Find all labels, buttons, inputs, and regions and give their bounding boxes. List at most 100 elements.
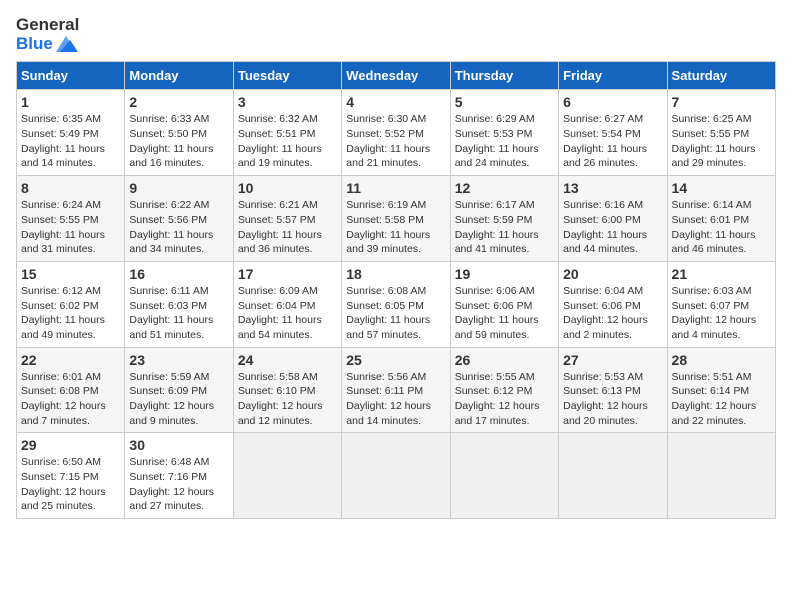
calendar-cell-w2c6: 21Sunrise: 6:03 AM Sunset: 6:07 PM Dayli… <box>667 261 775 347</box>
calendar-cell-w1c4: 12 Sunrise: 6:17 AM Sunset: 5:59 PM Dayli… <box>450 176 558 262</box>
day-info: Sunrise: 5:58 AM Sunset: 6:10 PM Dayligh… <box>238 370 337 429</box>
calendar-cell-w0c1: 2 Sunrise: 6:33 AM Sunset: 5:50 PM Daylig… <box>125 90 233 176</box>
day-info: Sunrise: 6:30 AM Sunset: 5:52 PM Dayligh… <box>346 112 445 171</box>
day-number: 21 <box>672 266 771 282</box>
calendar-week-0: 1 Sunrise: 6:35 AM Sunset: 5:49 PM Daylig… <box>17 90 776 176</box>
day-number: 5 <box>455 94 554 110</box>
calendar-cell-w3c6: 28 Sunrise: 5:51 AM Sunset: 6:14 PM Dayli… <box>667 347 775 433</box>
calendar-week-4: 29Sunrise: 6:50 AM Sunset: 7:15 PM Dayli… <box>17 433 776 519</box>
calendar-week-3: 22 Sunrise: 6:01 AM Sunset: 6:08 PM Dayli… <box>17 347 776 433</box>
day-number: 6 <box>563 94 662 110</box>
day-number: 14 <box>672 180 771 196</box>
day-info: Sunrise: 6:16 AM Sunset: 6:00 PM Dayligh… <box>563 198 662 257</box>
day-info: Sunrise: 5:59 AM Sunset: 6:09 PM Dayligh… <box>129 370 228 429</box>
day-number: 20 <box>563 266 662 282</box>
day-number: 28 <box>672 352 771 368</box>
calendar-week-2: 15 Sunrise: 6:12 AM Sunset: 6:02 PM Dayli… <box>17 261 776 347</box>
day-number: 27 <box>563 352 662 368</box>
calendar-cell-w0c0: 1 Sunrise: 6:35 AM Sunset: 5:49 PM Daylig… <box>17 90 125 176</box>
calendar-cell-w4c0: 29Sunrise: 6:50 AM Sunset: 7:15 PM Dayli… <box>17 433 125 519</box>
day-number: 19 <box>455 266 554 282</box>
calendar-cell-w0c6: 7 Sunrise: 6:25 AM Sunset: 5:55 PM Daylig… <box>667 90 775 176</box>
day-number: 29 <box>21 437 120 453</box>
day-number: 11 <box>346 180 445 196</box>
day-number: 2 <box>129 94 228 110</box>
calendar-cell-w3c5: 27 Sunrise: 5:53 AM Sunset: 6:13 PM Dayli… <box>559 347 667 433</box>
day-number: 15 <box>21 266 120 282</box>
calendar-cell-w1c2: 10Sunrise: 6:21 AM Sunset: 5:57 PM Dayli… <box>233 176 341 262</box>
calendar-cell-w3c1: 23 Sunrise: 5:59 AM Sunset: 6:09 PM Dayli… <box>125 347 233 433</box>
day-number: 30 <box>129 437 228 453</box>
day-info: Sunrise: 5:51 AM Sunset: 6:14 PM Dayligh… <box>672 370 771 429</box>
calendar-cell-w4c5 <box>559 433 667 519</box>
day-info: Sunrise: 6:08 AM Sunset: 6:05 PM Dayligh… <box>346 284 445 343</box>
day-info: Sunrise: 6:09 AM Sunset: 6:04 PM Dayligh… <box>238 284 337 343</box>
day-info: Sunrise: 6:27 AM Sunset: 5:54 PM Dayligh… <box>563 112 662 171</box>
calendar-cell-w4c1: 30 Sunrise: 6:48 AM Sunset: 7:16 PM Dayli… <box>125 433 233 519</box>
day-info: Sunrise: 6:25 AM Sunset: 5:55 PM Dayligh… <box>672 112 771 171</box>
day-info: Sunrise: 5:53 AM Sunset: 6:13 PM Dayligh… <box>563 370 662 429</box>
calendar-cell-w4c4 <box>450 433 558 519</box>
calendar-cell-w3c0: 22 Sunrise: 6:01 AM Sunset: 6:08 PM Dayli… <box>17 347 125 433</box>
col-header-tuesday: Tuesday <box>233 62 341 90</box>
logo-arrow-icon <box>56 36 78 52</box>
header: General Blue <box>16 16 776 53</box>
calendar-cell-w1c5: 13 Sunrise: 6:16 AM Sunset: 6:00 PM Dayli… <box>559 176 667 262</box>
day-info: Sunrise: 6:12 AM Sunset: 6:02 PM Dayligh… <box>21 284 120 343</box>
day-number: 17 <box>238 266 337 282</box>
day-info: Sunrise: 6:22 AM Sunset: 5:56 PM Dayligh… <box>129 198 228 257</box>
calendar-cell-w3c2: 24Sunrise: 5:58 AM Sunset: 6:10 PM Dayli… <box>233 347 341 433</box>
day-number: 4 <box>346 94 445 110</box>
day-info: Sunrise: 5:56 AM Sunset: 6:11 PM Dayligh… <box>346 370 445 429</box>
day-number: 18 <box>346 266 445 282</box>
calendar-cell-w1c3: 11Sunrise: 6:19 AM Sunset: 5:58 PM Dayli… <box>342 176 450 262</box>
day-info: Sunrise: 6:14 AM Sunset: 6:01 PM Dayligh… <box>672 198 771 257</box>
day-number: 22 <box>21 352 120 368</box>
calendar-cell-w1c0: 8Sunrise: 6:24 AM Sunset: 5:55 PM Daylig… <box>17 176 125 262</box>
calendar-cell-w1c6: 14 Sunrise: 6:14 AM Sunset: 6:01 PM Dayli… <box>667 176 775 262</box>
calendar-table: SundayMondayTuesdayWednesdayThursdayFrid… <box>16 61 776 519</box>
col-header-saturday: Saturday <box>667 62 775 90</box>
calendar-cell-w4c2 <box>233 433 341 519</box>
calendar-cell-w2c3: 18 Sunrise: 6:08 AM Sunset: 6:05 PM Dayli… <box>342 261 450 347</box>
calendar-cell-w3c3: 25 Sunrise: 5:56 AM Sunset: 6:11 PM Dayli… <box>342 347 450 433</box>
calendar-header-row: SundayMondayTuesdayWednesdayThursdayFrid… <box>17 62 776 90</box>
calendar-cell-w0c4: 5 Sunrise: 6:29 AM Sunset: 5:53 PM Daylig… <box>450 90 558 176</box>
day-info: Sunrise: 6:04 AM Sunset: 6:06 PM Dayligh… <box>563 284 662 343</box>
calendar-cell-w2c4: 19 Sunrise: 6:06 AM Sunset: 6:06 PM Dayli… <box>450 261 558 347</box>
col-header-sunday: Sunday <box>17 62 125 90</box>
day-info: Sunrise: 6:48 AM Sunset: 7:16 PM Dayligh… <box>129 455 228 514</box>
calendar-cell-w2c5: 20 Sunrise: 6:04 AM Sunset: 6:06 PM Dayli… <box>559 261 667 347</box>
day-info: Sunrise: 6:35 AM Sunset: 5:49 PM Dayligh… <box>21 112 120 171</box>
logo-text-block: General Blue <box>16 16 79 53</box>
day-number: 16 <box>129 266 228 282</box>
col-header-friday: Friday <box>559 62 667 90</box>
col-header-wednesday: Wednesday <box>342 62 450 90</box>
day-number: 9 <box>129 180 228 196</box>
day-info: Sunrise: 6:06 AM Sunset: 6:06 PM Dayligh… <box>455 284 554 343</box>
calendar-cell-w0c3: 4 Sunrise: 6:30 AM Sunset: 5:52 PM Daylig… <box>342 90 450 176</box>
day-number: 3 <box>238 94 337 110</box>
day-info: Sunrise: 6:21 AM Sunset: 5:57 PM Dayligh… <box>238 198 337 257</box>
calendar-week-1: 8Sunrise: 6:24 AM Sunset: 5:55 PM Daylig… <box>17 176 776 262</box>
day-info: Sunrise: 6:01 AM Sunset: 6:08 PM Dayligh… <box>21 370 120 429</box>
calendar-cell-w2c2: 17 Sunrise: 6:09 AM Sunset: 6:04 PM Dayli… <box>233 261 341 347</box>
day-number: 1 <box>21 94 120 110</box>
day-number: 23 <box>129 352 228 368</box>
day-number: 8 <box>21 180 120 196</box>
day-number: 13 <box>563 180 662 196</box>
day-info: Sunrise: 6:17 AM Sunset: 5:59 PM Dayligh… <box>455 198 554 257</box>
calendar-body: 1 Sunrise: 6:35 AM Sunset: 5:49 PM Daylig… <box>17 90 776 519</box>
logo-blue: Blue <box>16 35 79 54</box>
day-number: 25 <box>346 352 445 368</box>
day-info: Sunrise: 6:32 AM Sunset: 5:51 PM Dayligh… <box>238 112 337 171</box>
day-info: Sunrise: 6:33 AM Sunset: 5:50 PM Dayligh… <box>129 112 228 171</box>
day-info: Sunrise: 5:55 AM Sunset: 6:12 PM Dayligh… <box>455 370 554 429</box>
calendar-cell-w1c1: 9 Sunrise: 6:22 AM Sunset: 5:56 PM Daylig… <box>125 176 233 262</box>
day-number: 12 <box>455 180 554 196</box>
calendar-cell-w2c1: 16Sunrise: 6:11 AM Sunset: 6:03 PM Dayli… <box>125 261 233 347</box>
day-info: Sunrise: 6:29 AM Sunset: 5:53 PM Dayligh… <box>455 112 554 171</box>
day-number: 7 <box>672 94 771 110</box>
calendar-cell-w4c6 <box>667 433 775 519</box>
day-number: 26 <box>455 352 554 368</box>
